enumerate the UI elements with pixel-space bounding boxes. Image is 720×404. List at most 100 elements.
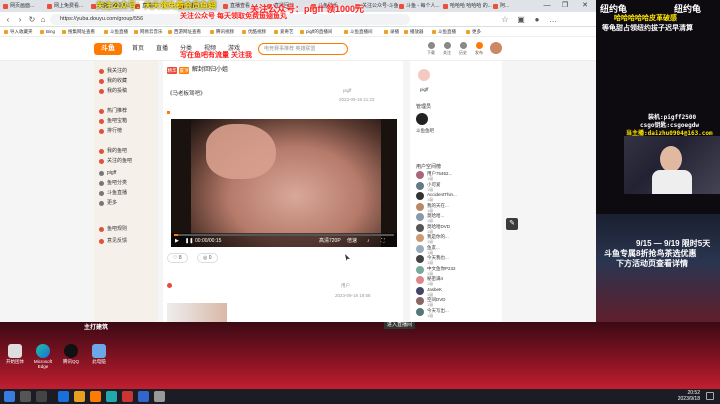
right-line-1: 哈哈哈哈哈皮革破感 <box>614 15 677 22</box>
favorite-item[interactable]: 斗鱼直播 <box>432 27 456 36</box>
sidebar-item[interactable]: 意见反馈 <box>94 237 158 246</box>
search-input[interactable]: 电竞赛事推荐 英雄联盟 <box>258 43 348 55</box>
follow-icon[interactable]: 关注 <box>440 42 454 55</box>
streamer-body <box>652 170 692 194</box>
explorer-icon[interactable] <box>74 391 85 402</box>
favorite-item[interactable]: 西游网址查看 <box>168 27 201 36</box>
sidebar-item[interactable]: 鱼吧分类 <box>94 179 158 188</box>
history-icon[interactable]: 历史 <box>456 42 470 55</box>
sidebar-item[interactable]: 关注的鱼吧 <box>94 157 158 166</box>
favorite-item[interactable]: 导入收藏夹 <box>4 27 33 36</box>
sidebar-item[interactable]: 斗鱼直播 <box>94 189 158 198</box>
favorite-item[interactable]: pigff的直播间 <box>300 27 332 36</box>
app-icon[interactable] <box>138 391 149 402</box>
menu-icon[interactable]: … <box>548 14 558 25</box>
browser-tab[interactable]: 哈哈哈 哈哈哈 的... <box>442 1 492 12</box>
tag-badge: 精华 <box>167 67 177 74</box>
favorite-item[interactable]: 网易云音乐 <box>134 27 163 36</box>
profile-icon[interactable]: ● <box>532 14 542 25</box>
play-icon[interactable]: ▶ <box>175 237 179 245</box>
post-title[interactable]: 解封回归小姐 <box>192 66 228 75</box>
admin-name[interactable]: 斗鱼鱼吧 <box>416 128 434 134</box>
admin-avatar[interactable] <box>416 113 428 125</box>
member-avatar <box>416 297 424 305</box>
avatar[interactable] <box>490 42 502 54</box>
browser-tab[interactable]: 网上免费看... <box>46 1 90 12</box>
favorite-item[interactable]: 播放器 <box>404 27 424 36</box>
desktop-icon-computer[interactable]: 此电脑 <box>86 344 112 365</box>
sidebar-item[interactable]: 鱼吧规则 <box>94 225 158 234</box>
favorite-item[interactable]: 录播 <box>384 27 399 36</box>
favorite-item[interactable]: 斗鱼直播间 <box>344 27 373 36</box>
back-icon[interactable]: ‹ <box>3 14 13 25</box>
post-author[interactable]: pigff <box>343 88 351 93</box>
sidebar-item[interactable]: 我的收藏 <box>94 77 158 86</box>
comment-button[interactable]: ◎ 0 <box>197 253 218 263</box>
clock[interactable]: 20:52 2023/9/18 <box>660 390 700 402</box>
admin-title: 管理员 <box>416 104 432 110</box>
quality-button[interactable]: 高清720P <box>319 237 341 245</box>
notification-icon[interactable] <box>706 392 714 400</box>
home-icon[interactable]: ⌂ <box>38 14 48 25</box>
favorite-item[interactable]: 腾讯视频 <box>210 27 234 36</box>
desktop-icon-start[interactable]: 开始团体 <box>2 344 28 365</box>
pause-icon[interactable]: ❚❚ <box>185 237 193 245</box>
app-icon[interactable] <box>106 391 117 402</box>
sidebar-item[interactable]: 我的投稿 <box>94 87 158 96</box>
speed-button[interactable]: 倍速 <box>347 237 357 245</box>
app-icon[interactable] <box>122 391 133 402</box>
video-progress-bar[interactable] <box>174 234 394 236</box>
sidebar-item[interactable]: 排行榜 <box>94 127 158 136</box>
desktop-icon-qq[interactable]: 腾讯QQ <box>58 344 84 365</box>
site-logo[interactable]: 斗鱼 <box>94 43 122 55</box>
fullscreen-icon[interactable]: ⛶ <box>381 237 385 245</box>
nav-live[interactable]: 直播 <box>156 43 168 55</box>
douyu-icon[interactable] <box>90 391 101 402</box>
favorite-item[interactable]: 搜集网址查看 <box>62 27 95 36</box>
member-avatar <box>416 192 424 200</box>
enter-room-button[interactable]: 进入直播间 <box>384 322 416 329</box>
desktop-icon-edge[interactable]: Microsoft Edge <box>30 344 56 369</box>
publish-icon[interactable]: 发布 <box>472 42 486 55</box>
profile-name[interactable]: pigff <box>420 87 428 92</box>
profile-avatar[interactable] <box>418 69 430 81</box>
browser-window: 网页画面... 网上免费看... 斗鱼 - 每个人... 直播间 斗鱼 直播查看… <box>0 0 596 322</box>
browser-tab[interactable]: 阿... <box>492 1 532 12</box>
right-column: pigff 管理员 斗鱼鱼吧 用户空间榜 用户75462... 1级 小可爱 1级 … <box>410 61 502 322</box>
thumbnail-image[interactable] <box>167 303 227 322</box>
favorite-item[interactable]: Bing <box>40 27 55 36</box>
sidebar-item[interactable]: 热门推荐 <box>94 107 158 116</box>
sidebar-item[interactable]: 更多 <box>94 199 158 208</box>
streamer-face <box>660 146 682 172</box>
download-icon[interactable]: 下载 <box>424 42 438 55</box>
volume-icon[interactable]: ♪ <box>367 237 370 245</box>
favorite-item[interactable]: 更多 <box>466 27 481 36</box>
reply-user[interactable]: 用户 <box>341 283 350 289</box>
browser-tab[interactable]: 网页画面... <box>2 1 46 12</box>
nav-home[interactable]: 首页 <box>132 43 144 55</box>
browser-tab[interactable]: 斗鱼 - 每个人... <box>398 1 442 12</box>
edit-icon[interactable]: ✎ <box>506 218 518 230</box>
sidebar-item[interactable]: 我关注的 <box>94 67 158 76</box>
forward-icon[interactable]: › <box>15 14 25 25</box>
search-icon[interactable] <box>20 391 31 402</box>
like-button[interactable]: ♡ 8 <box>167 253 188 263</box>
minimize-button[interactable]: — <box>540 0 554 12</box>
favorite-item[interactable]: 爱奇艺 <box>274 27 294 36</box>
stream-label: 主打建筑 <box>84 325 109 331</box>
favorite-item[interactable]: 优酷视频 <box>242 27 266 36</box>
sidebar-item[interactable]: 我的鱼吧 <box>94 147 158 156</box>
favorite-item[interactable]: 斗鱼直播 <box>104 27 128 36</box>
favorites-icon[interactable]: ☆ <box>500 14 510 25</box>
close-button[interactable]: ✕ <box>578 0 592 12</box>
start-icon[interactable] <box>4 391 15 402</box>
maximize-button[interactable]: ❐ <box>558 0 572 12</box>
app-icon[interactable] <box>154 391 165 402</box>
collections-icon[interactable]: ▣ <box>516 14 526 25</box>
sidebar-item[interactable]: 鱼吧宝箱 <box>94 117 158 126</box>
video-player[interactable]: ▶ ❚❚ 00:00/00:15 高清720P 倍速 ♪ ⛶ <box>171 119 397 247</box>
sidebar-item[interactable]: pigff <box>94 169 158 178</box>
taskview-icon[interactable] <box>36 391 47 402</box>
edge-taskbar-icon[interactable] <box>58 391 69 402</box>
refresh-icon[interactable]: ↻ <box>27 14 37 25</box>
